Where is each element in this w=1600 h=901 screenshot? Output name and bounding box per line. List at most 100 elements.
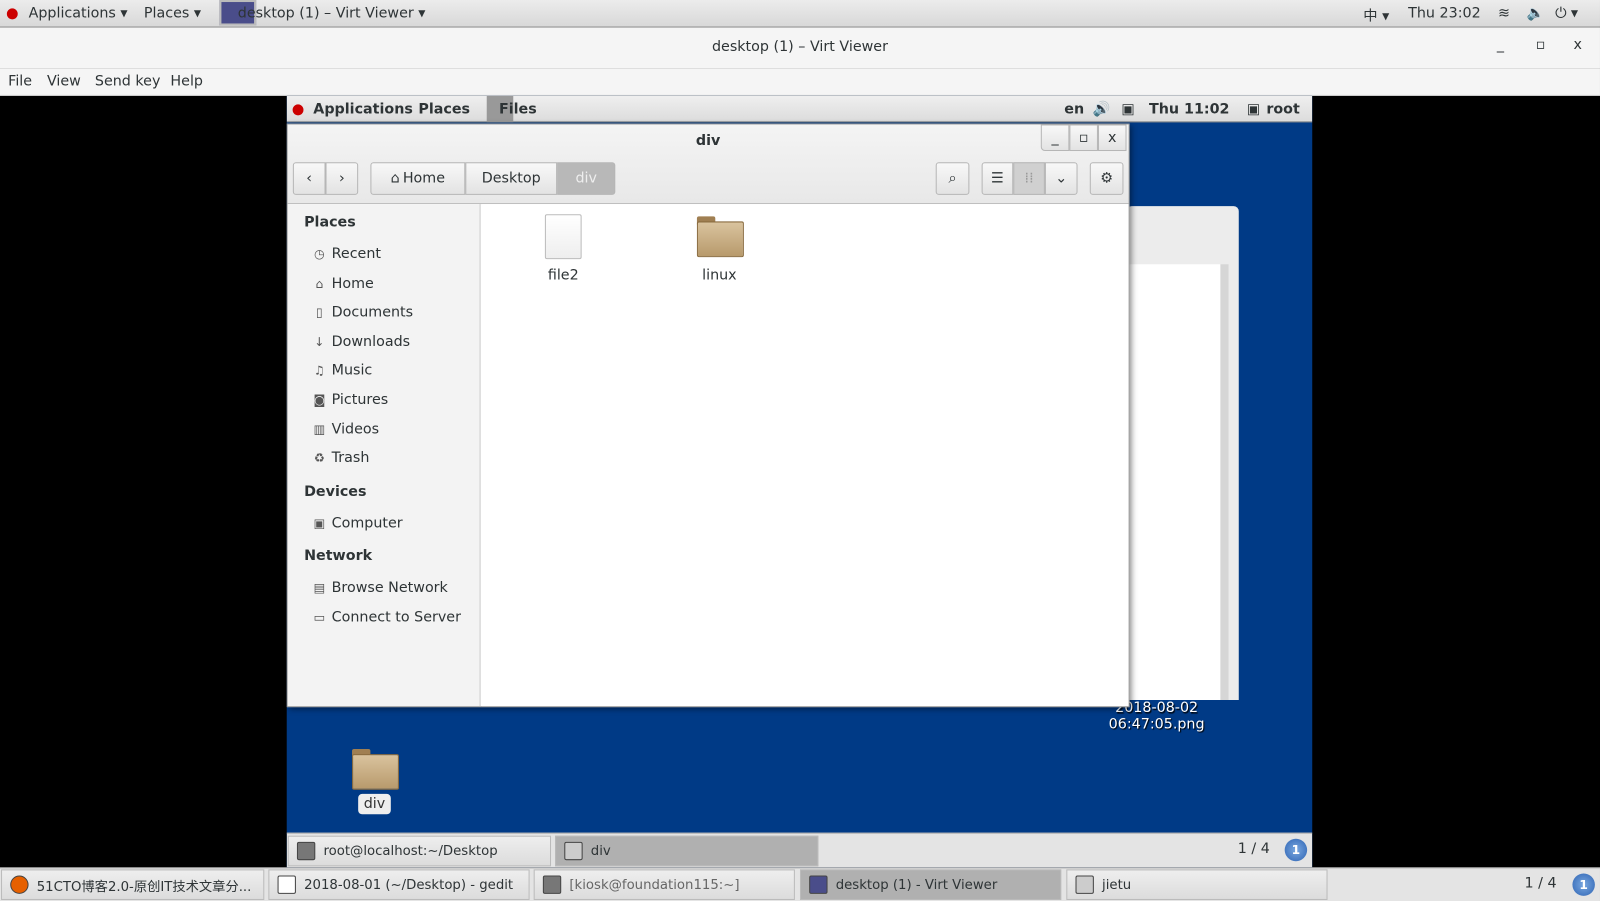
input-method-menu[interactable]: 中 ▾	[1363, 5, 1389, 25]
volume-muted-icon[interactable]: 🔈	[1527, 5, 1545, 21]
guest-taskbar: root@localhost:~/Desktop div 1 / 4 1	[286, 832, 1313, 868]
task-label: root@localhost:~/Desktop	[323, 843, 498, 859]
forward-button[interactable]: ›	[325, 162, 359, 195]
user-icon: ▣	[1246, 101, 1261, 118]
files-icon	[564, 841, 583, 861]
wifi-icon[interactable]: ≋	[1498, 5, 1510, 21]
file-view[interactable]: file2 linux	[481, 204, 1129, 707]
file-label-line2: 06:47:05.png	[1108, 716, 1205, 733]
sidebar-item-label: Pictures	[331, 391, 389, 409]
task-files-div[interactable]: div	[555, 835, 819, 867]
breadcrumb-div[interactable]: div	[557, 162, 616, 195]
scrollbar[interactable]	[1220, 264, 1229, 700]
task-gedit[interactable]: 2018-08-01 (~/Desktop) - gedit	[268, 869, 530, 900]
menu-help[interactable]: Help	[170, 73, 203, 89]
sidebar-item-trash[interactable]: ♻ Trash	[312, 450, 370, 466]
host-window-menu[interactable]: desktop (1) – Virt Viewer ▾	[238, 5, 426, 21]
redhat-logo-icon: ●	[291, 101, 305, 118]
power-menu[interactable]: ⏻ ▾	[1555, 5, 1578, 21]
task-terminal[interactable]: root@localhost:~/Desktop	[287, 835, 552, 867]
desktop-folder-div[interactable]: div	[344, 748, 405, 815]
camera-icon: ◙	[313, 392, 326, 408]
sidebar-item-downloads[interactable]: ↓ Downloads	[312, 333, 410, 349]
download-icon: ↓	[314, 334, 325, 349]
sidebar-item-computer[interactable]: ▣ Computer	[312, 515, 403, 531]
file-item-file2[interactable]: file2	[522, 214, 604, 284]
guest-top-panel: ● Applications Places Files en 🔊 ▣ Thu 1…	[286, 95, 1313, 123]
close-button[interactable]: x	[1097, 124, 1127, 152]
sidebar-item-pictures[interactable]: ◙ Pictures	[312, 392, 388, 408]
firefox-icon	[10, 875, 29, 894]
guest-clock[interactable]: Thu 11:02	[1149, 101, 1230, 117]
chevron-down-icon: ⌄	[1055, 170, 1068, 187]
menu-send-key[interactable]: Send key	[95, 73, 161, 89]
trash-icon: ♻	[313, 451, 325, 466]
sidebar-item-label: Videos	[331, 421, 380, 438]
guest-user-menu[interactable]: root	[1266, 101, 1300, 117]
guest-files-menu[interactable]: Files	[499, 101, 537, 117]
workspace-indicator[interactable]: 1	[1284, 838, 1308, 862]
files-icon	[1075, 875, 1094, 894]
host-applications-menu[interactable]: Applications ▾	[29, 5, 128, 21]
sidebar-item-videos[interactable]: ▥ Videos	[312, 421, 380, 438]
music-icon: ♫	[313, 363, 325, 378]
list-icon: ☰	[991, 170, 1004, 187]
grid-view-button[interactable]: ⁞⁞	[1013, 162, 1045, 195]
drive-icon: ▣	[313, 516, 326, 531]
viewer-title: desktop (1) – Virt Viewer	[711, 38, 888, 56]
folder-item-linux[interactable]: linux	[679, 214, 761, 284]
sidebar-item-label: Music	[331, 362, 373, 379]
sidebar-section-network: Network	[304, 548, 373, 565]
search-button[interactable]: ⌕	[935, 162, 970, 195]
viewer-titlebar: desktop (1) – Virt Viewer _ ▫ x	[0, 27, 1600, 69]
folder-label: div	[358, 793, 391, 815]
workspace-indicator[interactable]: 1	[1572, 873, 1595, 896]
sidebar-item-connect-to-server[interactable]: ▭ Connect to Server	[312, 609, 461, 625]
host-places-menu[interactable]: Places ▾	[144, 5, 201, 21]
host-clock[interactable]: Thu 23:02	[1408, 5, 1481, 21]
guest-places-menu[interactable]: Places	[418, 101, 470, 117]
sidebar-item-home[interactable]: ⌂ Home	[312, 275, 373, 291]
sidebar-item-label: Recent	[331, 245, 382, 263]
list-view-button[interactable]: ☰	[981, 162, 1014, 195]
guest-applications-menu[interactable]: Applications	[313, 101, 413, 117]
minimize-button[interactable]: _	[1497, 37, 1504, 53]
sidebar-item-label: Browse Network	[331, 579, 448, 597]
task-firefox[interactable]: 51CTO博客2.0-原创IT技术文章分...	[1, 869, 265, 900]
task-virt-viewer[interactable]: desktop (1) - Virt Viewer	[799, 869, 1062, 900]
breadcrumb-home[interactable]: ⌂ Home	[370, 162, 466, 195]
maximize-button[interactable]: ▫	[1536, 37, 1546, 53]
sidebar-item-recent[interactable]: ◷ Recent	[312, 246, 381, 262]
host-top-panel: ● Applications ▾ Places ▾ desktop (1) – …	[0, 0, 1600, 28]
volume-icon[interactable]: 🔊	[1093, 101, 1111, 117]
close-button[interactable]: x	[1573, 37, 1581, 53]
workspace-pager[interactable]: 1 / 4	[1524, 876, 1556, 892]
sidebar-item-music[interactable]: ♫ Music	[312, 363, 372, 379]
network-icon[interactable]: ▣	[1121, 101, 1135, 117]
background-window[interactable]	[1126, 206, 1239, 700]
task-terminal[interactable]: [kiosk@foundation115:~]	[533, 869, 795, 900]
back-button[interactable]: ‹	[292, 162, 326, 195]
gear-icon: ⚙	[1100, 170, 1114, 187]
window-title: div	[695, 132, 721, 149]
task-label: 2018-08-01 (~/Desktop) - gedit	[304, 877, 514, 893]
view-options-button[interactable]: ⌄	[1044, 162, 1078, 195]
settings-button[interactable]: ⚙	[1089, 162, 1124, 195]
breadcrumb-desktop[interactable]: Desktop	[465, 162, 558, 195]
sidebar-item-label: Connect to Server	[331, 609, 461, 626]
sidebar-item-browse-network[interactable]: ▤ Browse Network	[312, 580, 448, 596]
menu-file[interactable]: File	[8, 73, 32, 89]
sidebar-section-devices: Devices	[304, 483, 367, 500]
maximize-button[interactable]: ▫	[1069, 124, 1098, 152]
files-headerbar: div _ ▫ x ‹ › ⌂ Home Desktop div ⌕ ☰ ⁞⁞ ⌄…	[287, 124, 1129, 205]
guest-lang[interactable]: en	[1064, 101, 1084, 117]
file-name: linux	[702, 267, 737, 284]
task-jietu[interactable]: jietu	[1066, 869, 1328, 900]
document-icon: ▯	[316, 305, 323, 320]
sidebar-item-documents[interactable]: ▯ Documents	[312, 304, 413, 320]
menu-view[interactable]: View	[47, 73, 81, 89]
guest-desktop[interactable]: ● Applications Places Files en 🔊 ▣ Thu 1…	[286, 95, 1313, 868]
minimize-button[interactable]: _	[1040, 124, 1070, 152]
home-icon: ⌂	[390, 170, 400, 187]
workspace-pager[interactable]: 1 / 4	[1238, 841, 1270, 857]
